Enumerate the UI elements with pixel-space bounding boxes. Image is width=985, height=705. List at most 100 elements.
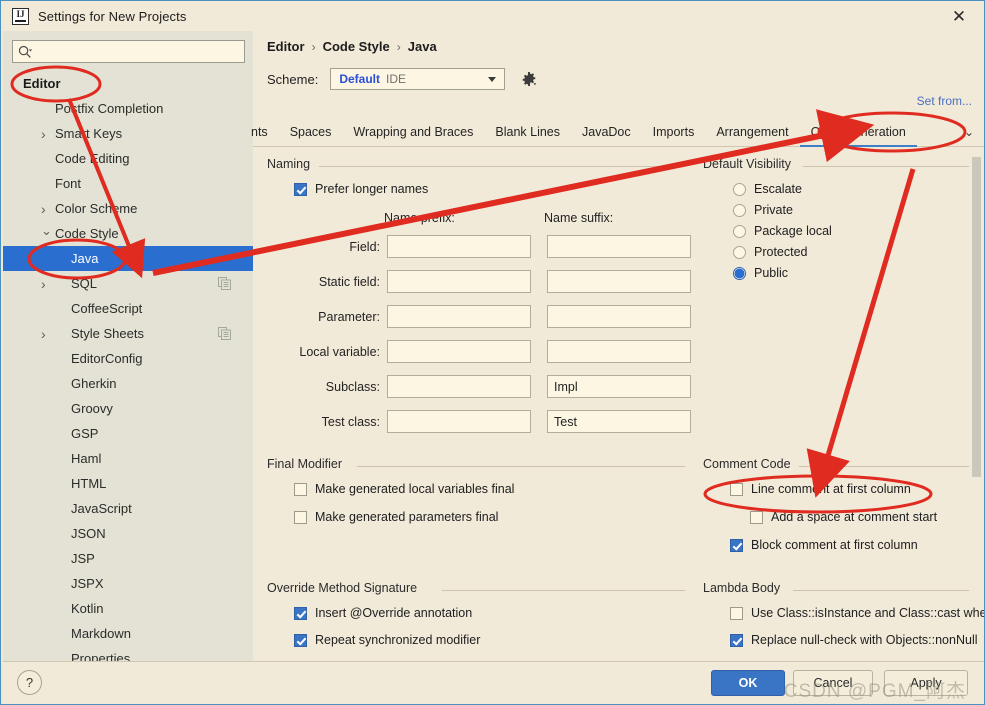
tab-spaces[interactable]: Spaces [279, 118, 343, 147]
visibility-radio-row-escalate[interactable]: Escalate [733, 182, 802, 196]
sidebar-item-postfix-completion[interactable]: Postfix Completion [3, 96, 253, 121]
apply-button[interactable]: Apply [884, 670, 968, 696]
sidebar-item-json[interactable]: JSON [3, 521, 253, 546]
naming-suffix-input-static-field[interactable] [547, 270, 691, 293]
tab-javadoc[interactable]: JavaDoc [571, 118, 642, 147]
duplicate-icon[interactable] [218, 326, 231, 340]
lambda-replace-null-check-with-objects-nonnull-checkbox-row[interactable]: Replace null-check with Objects::nonNull [730, 633, 978, 647]
visibility-radio-private[interactable] [733, 203, 746, 217]
comment-code-block-comment-at-first-column-checkbox[interactable] [730, 538, 743, 552]
sidebar-scrollbar-track[interactable] [242, 31, 490, 643]
override-insert-override-annotation-checkbox[interactable] [294, 606, 307, 620]
tab-imports[interactable]: Imports [642, 118, 706, 147]
final-modifier-make-generated-parameters-final-checkbox[interactable] [294, 510, 307, 524]
group-override-method-signature-title: Override Method Signature [267, 581, 426, 595]
tab-blank-lines[interactable]: Blank Lines [484, 118, 571, 147]
sidebar-item-kotlin[interactable]: Kotlin [3, 596, 253, 621]
naming-suffix-input-parameter[interactable] [547, 305, 691, 328]
final-modifier-make-generated-local-variables-final-checkbox[interactable] [294, 482, 307, 496]
breadcrumb-item-code-style[interactable]: Code Style [323, 39, 390, 54]
scheme-select[interactable]: Default IDE [330, 68, 506, 90]
override-repeat-synchronized-modifier-checkbox[interactable] [294, 633, 307, 647]
chevron-right-icon[interactable] [41, 329, 51, 339]
tab-nts[interactable]: nts [251, 118, 279, 147]
comment-code-add-a-space-at-comment-start-checkbox[interactable] [750, 510, 763, 524]
gear-icon[interactable] [521, 71, 537, 87]
breadcrumb-item-editor[interactable]: Editor [267, 39, 305, 54]
comment-code-block-comment-at-first-column-checkbox-row[interactable]: Block comment at first column [730, 538, 918, 552]
tab-wrapping-and-braces[interactable]: Wrapping and Braces [342, 118, 484, 147]
naming-prefix-input-static-field[interactable] [387, 270, 531, 293]
tab-code-generation[interactable]: Code Generation [799, 118, 917, 147]
sidebar-item-java[interactable]: Java [3, 246, 253, 271]
chevron-down-icon[interactable] [41, 229, 51, 239]
visibility-radio-package-local[interactable] [733, 224, 746, 238]
tab-arrangement[interactable]: Arrangement [705, 118, 799, 147]
override-repeat-synchronized-modifier-checkbox-row[interactable]: Repeat synchronized modifier [294, 633, 480, 647]
sidebar-item-jspx[interactable]: JSPX [3, 571, 253, 596]
sidebar-item-code-editing[interactable]: Code Editing [3, 146, 253, 171]
sidebar-item-groovy[interactable]: Groovy [3, 396, 253, 421]
lambda-use-class-isinstance-and-class-cast-when-checkbox-row[interactable]: Use Class::isInstance and Class::cast wh… [730, 606, 984, 620]
sidebar-item-font[interactable]: Font [3, 171, 253, 196]
naming-prefix-input-parameter[interactable] [387, 305, 531, 328]
ok-button[interactable]: OK [711, 670, 785, 696]
naming-suffix-input-subclass[interactable] [547, 375, 691, 398]
naming-suffix-input-test-class[interactable] [547, 410, 691, 433]
lambda-use-class-isinstance-and-class-cast-when-checkbox[interactable] [730, 606, 743, 620]
set-from-link[interactable]: Set from... [917, 94, 972, 108]
sidebar-item-editor[interactable]: Editor [3, 71, 253, 96]
visibility-radio-public[interactable] [733, 266, 746, 280]
sidebar-item-code-style[interactable]: Code Style [3, 221, 253, 246]
comment-code-line-comment-at-first-column-checkbox-row[interactable]: Line comment at first column [730, 482, 911, 496]
search-box[interactable] [12, 40, 245, 63]
settings-tree[interactable]: Editor Postfix Completion Smart Keys Code E… [3, 71, 253, 683]
sidebar-item-javascript[interactable]: JavaScript [3, 496, 253, 521]
naming-prefix-input-field[interactable] [387, 235, 531, 258]
sidebar-item-color-scheme[interactable]: Color Scheme [3, 196, 253, 221]
final-modifier-make-generated-local-variables-final-checkbox-row[interactable]: Make generated local variables final [294, 482, 514, 496]
sidebar-item-gherkin[interactable]: Gherkin [3, 371, 253, 396]
chevron-right-icon[interactable] [41, 129, 51, 139]
sidebar-item-sql[interactable]: SQL [3, 271, 253, 296]
visibility-radio-escalate[interactable] [733, 182, 746, 196]
breadcrumb-item-java[interactable]: Java [408, 39, 437, 54]
chevron-down-icon[interactable] [488, 77, 497, 82]
sidebar-item-editorconfig[interactable]: EditorConfig [3, 346, 253, 371]
sidebar-item-gsp[interactable]: GSP [3, 421, 253, 446]
naming-prefix-input-test-class[interactable] [387, 410, 531, 433]
sidebar-item-style-sheets[interactable]: Style Sheets [3, 321, 253, 346]
search-input[interactable] [37, 41, 242, 62]
sidebar-item-coffeescript[interactable]: CoffeeScript [3, 296, 253, 321]
comment-code-line-comment-at-first-column-checkbox[interactable] [730, 482, 743, 496]
naming-suffix-input-field[interactable] [547, 235, 691, 258]
content-scrollbar-thumb[interactable] [972, 157, 981, 477]
code-style-tabs[interactable]: nts Spaces Wrapping and Braces Blank Lines J… [251, 118, 984, 147]
visibility-radio-protected[interactable] [733, 245, 746, 259]
cancel-button[interactable]: Cancel [793, 670, 873, 696]
naming-prefix-input-local-variable[interactable] [387, 340, 531, 363]
final-modifier-make-generated-parameters-final-checkbox-row[interactable]: Make generated parameters final [294, 510, 498, 524]
visibility-radio-row-protected[interactable]: Protected [733, 245, 808, 259]
sidebar-item-jsp[interactable]: JSP [3, 546, 253, 571]
visibility-radio-row-private[interactable]: Private [733, 203, 793, 217]
lambda-replace-null-check-with-objects-nonnull-checkbox[interactable] [730, 633, 743, 647]
sidebar-item-smart-keys[interactable]: Smart Keys [3, 121, 253, 146]
chevron-right-icon[interactable] [41, 204, 51, 214]
comment-code-add-a-space-at-comment-start-checkbox-row[interactable]: Add a space at comment start [750, 510, 937, 524]
sidebar-item-haml[interactable]: Haml [3, 446, 253, 471]
override-insert-override-annotation-checkbox-row[interactable]: Insert @Override annotation [294, 606, 472, 620]
duplicate-icon[interactable] [218, 276, 231, 290]
naming-prefix-input-subclass[interactable] [387, 375, 531, 398]
visibility-radio-row-public[interactable]: Public [733, 266, 788, 280]
visibility-radio-row-package-local[interactable]: Package local [733, 224, 832, 238]
prefer-longer-names-checkbox-row[interactable]: Prefer longer names [294, 182, 428, 196]
sidebar-item-markdown[interactable]: Markdown [3, 621, 253, 646]
tabs-overflow-chevron-down-icon[interactable]: ⌄ [960, 123, 978, 141]
chevron-right-icon[interactable] [41, 279, 51, 289]
help-button[interactable]: ? [17, 670, 42, 695]
prefer-longer-names-checkbox[interactable] [294, 182, 307, 196]
sidebar-item-html[interactable]: HTML [3, 471, 253, 496]
naming-suffix-input-local-variable[interactable] [547, 340, 691, 363]
close-icon[interactable]: ✕ [948, 6, 970, 28]
